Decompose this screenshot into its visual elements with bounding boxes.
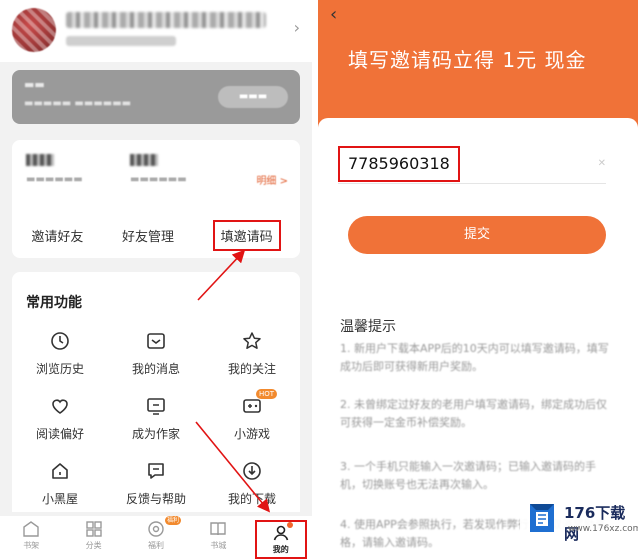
site-watermark: 176下载网 www.176xz.com <box>520 490 638 550</box>
user-icon <box>272 522 293 542</box>
chevron-right-icon[interactable]: › <box>294 18 300 37</box>
cash-stat-value-blurred <box>130 154 158 166</box>
my-page-panel: › ▬▬ ▬▬▬▬▬ ▬▬▬▬▬▬ ▬▬▬ ▬▬▬▬▬▬ ▬▬▬▬▬▬ 明细 >… <box>0 0 312 560</box>
function-label: 小黑屋 <box>41 492 78 506</box>
function-reading-preference[interactable]: 阅读偏好 <box>12 395 108 442</box>
function-mini-games[interactable]: HOT 小游戏 <box>204 389 300 442</box>
invite-code-value[interactable]: 7785960318 <box>338 146 460 182</box>
common-functions-title: 常用功能 <box>26 295 82 311</box>
star-icon <box>241 330 263 352</box>
coin-stat-label-blurred: ▬▬▬▬▬▬ <box>26 174 83 185</box>
function-dark-room[interactable]: 小黑屋 <box>12 460 108 507</box>
cash-stat[interactable]: ▬▬▬▬▬▬ <box>130 154 187 185</box>
function-label: 我的下载 <box>227 492 276 506</box>
stat-detail-link[interactable]: 明细 > <box>256 172 288 187</box>
tab-label: 分类 <box>85 541 102 550</box>
invite-code-input[interactable]: 7785960318 ✕ <box>338 146 606 184</box>
tip-item: 3. 一个手机只能输入一次邀请码；已输入邀请码的手机，切换账号也无法再次输入。 <box>340 460 596 491</box>
bottom-tab-bar: 书架 分类 福利 福利 书城 我的 <box>0 516 312 560</box>
tip-item: 1. 新用户下载本APP后的10天内可以填写邀请码，填写成功后即可获得新用户奖励… <box>340 342 609 373</box>
welfare-badge: 福利 <box>164 516 181 525</box>
site-name: 176下载网 <box>564 504 626 543</box>
function-label: 我的关注 <box>227 362 276 376</box>
submit-button[interactable]: 提交 <box>348 216 606 254</box>
gift-icon: 福利 <box>147 516 181 538</box>
tab-label: 书城 <box>210 541 227 550</box>
invite-code-headline: 填写邀请码立得 1元 现金 <box>348 48 587 72</box>
gamepad-icon: HOT <box>241 389 277 417</box>
profile-header[interactable]: › <box>0 0 312 62</box>
invite-actions: 邀请好友 好友管理 填邀请码 <box>12 220 300 251</box>
vip-desc-blurred: ▬▬▬▬▬ ▬▬▬▬▬▬ <box>24 98 132 109</box>
function-label: 我的消息 <box>131 362 180 376</box>
site-url: www.176xz.com <box>568 524 638 534</box>
function-label: 小游戏 <box>233 427 270 441</box>
tab-label: 福利 <box>147 541 164 550</box>
function-label: 反馈与帮助 <box>125 492 186 506</box>
site-logo-icon <box>524 498 560 538</box>
tab-label: 我的 <box>272 545 289 554</box>
tab-welfare[interactable]: 福利 福利 <box>130 516 182 551</box>
tab-mine[interactable]: 我的 <box>254 520 307 559</box>
invite-code-panel: ‹ 填写邀请码立得 1元 现金 7785960318 ✕ 提交 温馨提示 1. … <box>318 0 638 560</box>
vip-open-button-blurred[interactable]: ▬▬▬ <box>218 86 288 108</box>
function-grid: 浏览历史 我的消息 我的关注 阅读偏好 成为作家 HOT 小游戏 小黑屋 反馈与… <box>12 330 300 507</box>
invite-card: ▬▬▬▬▬▬ ▬▬▬▬▬▬ 明细 > 邀请好友 好友管理 填邀请码 <box>12 140 300 258</box>
tip-item: 2. 未曾绑定过好友的老用户填写邀请码，绑定成功后仅可获得一定金币补偿奖励。 <box>340 398 607 429</box>
tab-bookstore[interactable]: 书城 <box>192 520 244 551</box>
function-become-writer[interactable]: 成为作家 <box>108 395 204 442</box>
function-browse-history[interactable]: 浏览历史 <box>12 330 108 377</box>
blurred-username <box>66 12 266 28</box>
download-icon <box>241 460 263 482</box>
function-label: 浏览历史 <box>35 362 84 376</box>
notification-dot <box>286 522 293 528</box>
bookshelf-icon <box>22 520 40 538</box>
common-functions-card: 常用功能 浏览历史 我的消息 我的关注 阅读偏好 成为作家 HOT 小游戏 小黑… <box>12 272 300 512</box>
tab-bookshelf[interactable]: 书架 <box>5 520 57 551</box>
heart-icon <box>49 395 71 417</box>
invite-friends-button[interactable]: 邀请好友 <box>31 222 83 249</box>
tips-title: 温馨提示 <box>340 319 396 335</box>
clear-icon[interactable]: ✕ <box>598 158 606 169</box>
grid-icon <box>85 520 103 538</box>
friend-management-button[interactable]: 好友管理 <box>122 222 174 249</box>
function-label: 阅读偏好 <box>35 427 84 441</box>
vip-banner-blurred[interactable]: ▬▬ ▬▬▬▬▬ ▬▬▬▬▬▬ ▬▬▬ <box>12 70 300 124</box>
function-my-follows[interactable]: 我的关注 <box>204 330 300 377</box>
avatar[interactable] <box>12 8 56 52</box>
coin-stat-value-blurred <box>26 154 54 166</box>
tab-category[interactable]: 分类 <box>68 520 120 551</box>
function-my-messages[interactable]: 我的消息 <box>108 330 204 377</box>
feedback-icon <box>145 460 167 482</box>
function-my-downloads[interactable]: 我的下载 <box>204 460 300 507</box>
house-icon <box>49 460 71 482</box>
back-arrow-icon[interactable]: ‹ <box>330 4 337 25</box>
function-label: 成为作家 <box>131 427 180 441</box>
clock-icon <box>49 330 71 352</box>
message-icon <box>145 330 167 352</box>
function-feedback-help[interactable]: 反馈与帮助 <box>108 460 204 507</box>
tab-label: 书架 <box>23 541 40 550</box>
blurred-user-info <box>66 36 176 46</box>
hot-badge: HOT <box>255 389 277 399</box>
cash-stat-label-blurred: ▬▬▬▬▬▬ <box>130 174 187 185</box>
book-icon <box>209 520 227 538</box>
pen-icon <box>145 395 167 417</box>
vip-title-blurred: ▬▬ <box>24 78 45 91</box>
coin-stat[interactable]: ▬▬▬▬▬▬ <box>26 154 83 185</box>
enter-invite-code-button[interactable]: 填邀请码 <box>212 220 281 251</box>
